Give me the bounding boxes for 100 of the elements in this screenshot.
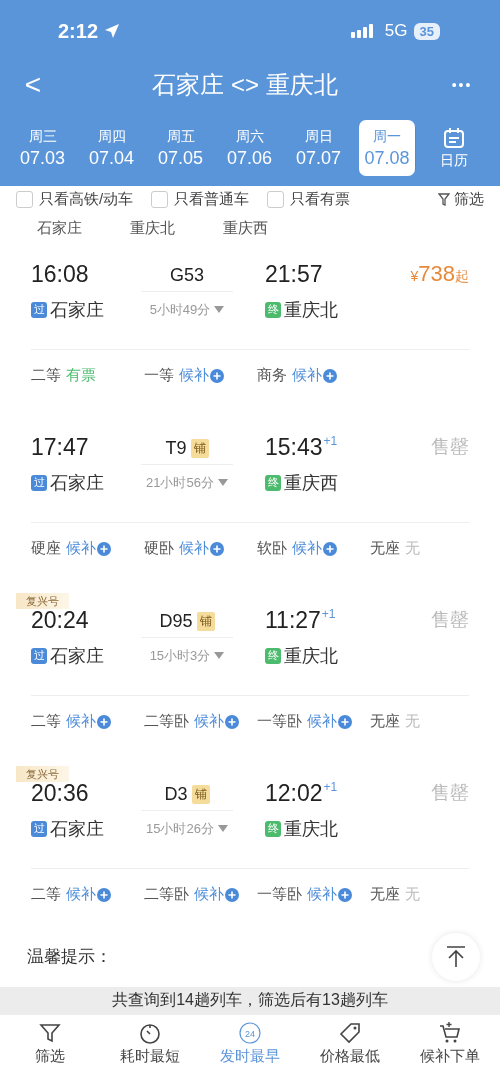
train-number: D95 [159,611,193,633]
arrive-station: 重庆西 [284,471,338,495]
depart-time: 17:47 [31,433,89,460]
seat-class: 二等卧 [144,712,189,732]
signal-icon [350,24,375,38]
cart-icon [438,1021,462,1045]
depart-time: 20:36 [31,779,89,806]
plus-icon [225,887,239,902]
date-tab[interactable]: 周三 07.03 [8,120,77,176]
pass-badge: 过 [31,301,47,318]
arrive-station: 重庆北 [284,298,338,322]
seat-class: 无座 [370,885,400,905]
pass-badge: 过 [31,474,47,491]
next-day-mark: +1 [321,606,336,621]
calendar-icon [443,126,465,149]
filter-checkbox[interactable]: 只看有票 [267,189,351,209]
caret-icon [214,652,225,660]
bottom-nav-item[interactable]: 24 发时最早 [200,1015,300,1066]
price-tag-icon [338,1021,362,1045]
terminal-badge: 终 [265,820,281,837]
waitlist-button[interactable]: 候补 [292,539,322,559]
filter-icon [38,1021,62,1045]
train-type-tag: 复兴号 [16,592,69,609]
depart-station: 石家庄 [50,644,104,668]
train-number: T9 [165,438,187,460]
bottom-nav-item[interactable]: 候补下单 [400,1015,500,1066]
station-tab[interactable]: 石家庄 [37,218,82,238]
price-suffix: 起 [455,267,469,286]
next-day-mark: +1 [323,779,338,794]
train-type-tag: 复兴号 [16,765,69,782]
calendar-button[interactable]: 日历 [415,126,492,170]
arrive-station: 重庆北 [284,644,338,668]
arrive-time: 12:02 [265,779,323,807]
seat-class: 二等 [31,712,61,732]
plus-icon [210,368,224,383]
waitlist-button[interactable]: 候补 [179,539,209,559]
sold-out-label: 售罄 [431,608,469,630]
seat-class: 商务 [257,366,287,386]
waitlist-button[interactable]: 候补 [307,885,337,905]
seat-availability: 无 [405,712,420,732]
waitlist-button[interactable]: 候补 [179,366,209,386]
timer-icon [138,1021,162,1045]
arrow-up-icon [446,945,466,968]
seat-class: 一等 [144,366,174,386]
seat-class: 无座 [370,539,400,559]
bottom-nav-item[interactable]: 价格最低 [300,1015,400,1066]
plus-icon [97,887,111,902]
date-tab[interactable]: 周六 07.06 [215,120,284,176]
seat-availability: 有票 [66,366,96,386]
filter-checkbox[interactable]: 只看普通车 [151,189,250,209]
arrive-time: 11:27 [265,606,321,634]
duration-toggle[interactable]: 5小时49分 [149,300,225,319]
bottom-nav-item[interactable]: 筛选 [0,1015,100,1066]
sold-out-label: 售罄 [431,435,469,457]
date-tab[interactable]: 周四 07.04 [77,120,146,176]
duration-toggle[interactable]: 21小时56分 [146,473,228,492]
waitlist-button[interactable]: 候补 [66,712,96,732]
sold-out-label: 售罄 [431,781,469,803]
waitlist-button[interactable]: 候补 [194,885,224,905]
date-tab[interactable]: 周日 07.07 [284,120,353,176]
result-toast: 共查询到14趟列车，筛选后有13趟列车 [0,986,500,1014]
waitlist-button[interactable]: 候补 [194,712,224,732]
duration-toggle[interactable]: 15小时3分 [149,646,225,665]
location-arrow-icon [104,23,121,39]
arrive-time: 21:57 [265,260,323,288]
depart-station: 石家庄 [50,817,104,841]
date-tab[interactable]: 周一 07.08 [359,120,415,176]
pass-badge: 过 [31,647,47,664]
terminal-badge: 终 [265,647,281,664]
waitlist-button[interactable]: 候补 [66,539,96,559]
caret-icon [217,479,228,487]
seat-class: 一等卧 [257,885,302,905]
plus-icon [97,541,111,556]
back-to-top-button[interactable] [432,932,480,981]
back-button[interactable]: < [18,69,48,101]
currency-sign: ¥ [410,267,419,284]
date-tab[interactable]: 周五 07.05 [146,120,215,176]
bottom-nav-item[interactable]: 耗时最短 [100,1015,200,1066]
tips-title: 温馨提示： [27,946,112,969]
waitlist-button[interactable]: 候补 [66,885,96,905]
filter-icon [438,192,450,206]
seat-class: 二等卧 [144,885,189,905]
station-tab[interactable]: 重庆西 [223,218,268,238]
berth-badge: 铺 [196,612,215,632]
filter-button[interactable]: 筛选 [438,189,484,209]
more-button[interactable]: ••• [442,77,482,93]
duration-toggle[interactable]: 15小时26分 [146,819,228,838]
seat-class: 硬座 [31,539,61,559]
train-number: G53 [170,265,204,287]
waitlist-button[interactable]: 候补 [307,712,337,732]
arrive-time: 15:43 [265,433,323,461]
waitlist-button[interactable]: 候补 [292,366,322,386]
station-tab[interactable]: 重庆北 [130,218,175,238]
filter-checkbox[interactable]: 只看高铁/动车 [16,189,134,209]
depart-time: 16:08 [31,260,89,287]
battery-level: 35 [413,22,440,40]
price: 738 [418,260,455,287]
berth-badge: 铺 [191,785,210,805]
seat-class: 无座 [370,712,400,732]
seat-class: 二等 [31,885,61,905]
